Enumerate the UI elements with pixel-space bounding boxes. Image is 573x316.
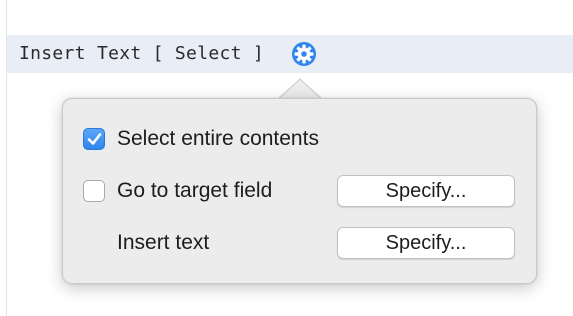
specify-target-field-button[interactable]: Specify...: [337, 175, 515, 207]
select-entire-contents-checkbox[interactable]: [83, 128, 105, 150]
popover-arrow: [277, 78, 323, 100]
go-to-target-field-label: Go to target field: [117, 179, 273, 202]
checkmark-icon: [87, 133, 102, 145]
script-step-row[interactable]: Insert Text [ Select ]: [7, 35, 573, 73]
option-select-entire-contents[interactable]: Select entire contents: [63, 123, 536, 159]
go-to-target-field-checkbox[interactable]: [83, 180, 105, 202]
specify-insert-text-button[interactable]: Specify...: [337, 227, 515, 259]
step-options-popover: Select entire contents Go to target fiel…: [62, 98, 537, 284]
option-insert-text: Insert text Specify...: [63, 227, 536, 263]
select-entire-contents-label: Select entire contents: [117, 127, 319, 150]
insert-text-label: Insert text: [117, 231, 210, 254]
script-step-text: Insert Text [ Select ]: [19, 43, 265, 64]
gear-icon[interactable]: [291, 41, 317, 67]
option-go-to-target-field[interactable]: Go to target field Specify...: [63, 175, 536, 211]
